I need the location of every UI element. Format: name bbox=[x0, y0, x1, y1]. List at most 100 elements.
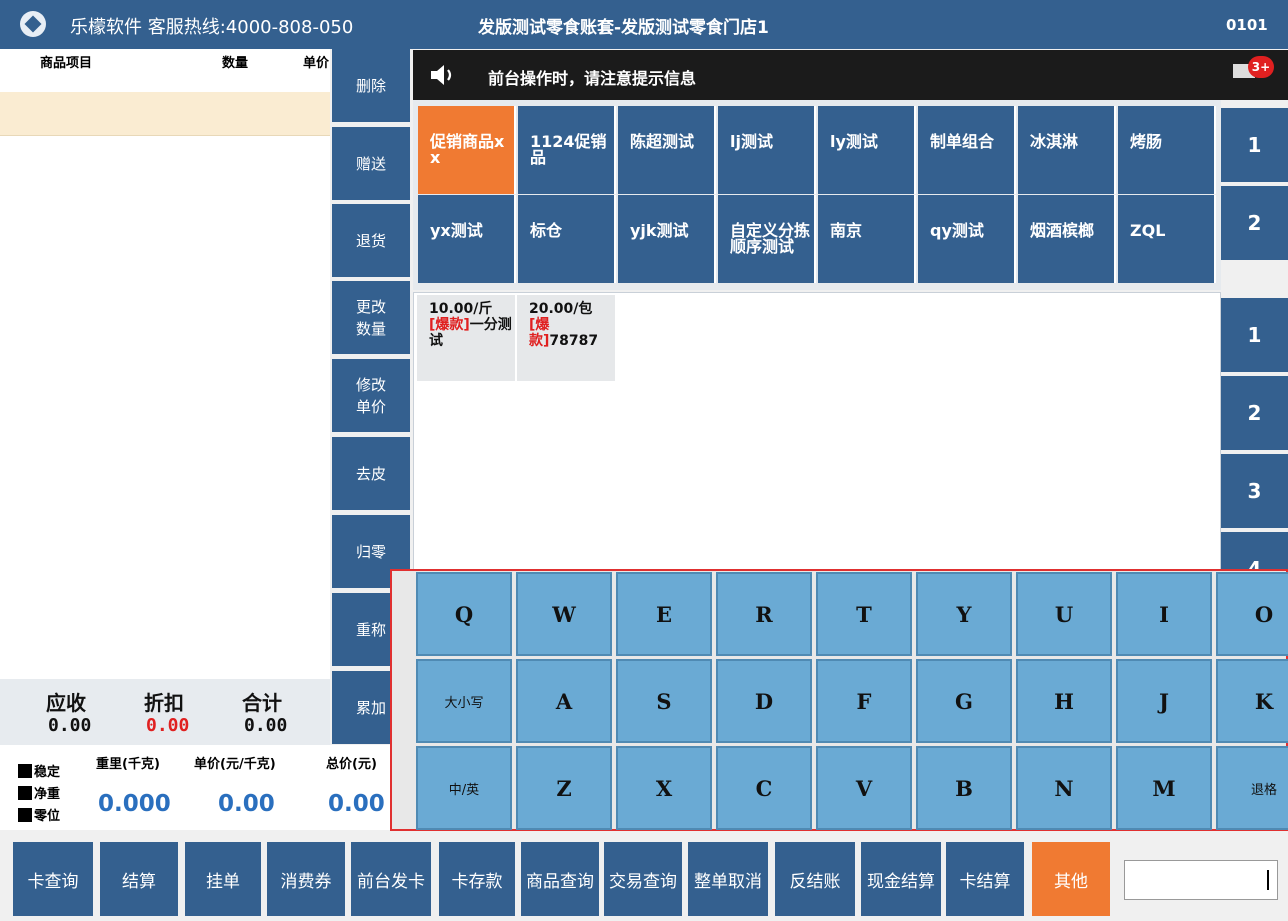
bottom-button-11[interactable]: 卡结算 bbox=[946, 842, 1024, 916]
key-u[interactable]: U bbox=[1016, 572, 1112, 656]
category-page-1[interactable]: 1 bbox=[1221, 108, 1288, 182]
bottom-button-10[interactable]: 现金结算 bbox=[861, 842, 941, 916]
scale-panel: 稳定 净重 零位 重里(千克) 单价(元/千克) 总价(元) 0.000 0.0… bbox=[0, 745, 410, 830]
brand-hotline: 乐檬软件 客服热线:4000-808-050 bbox=[70, 17, 354, 38]
receivable-label: 应收 bbox=[46, 691, 86, 715]
key-e[interactable]: E bbox=[616, 572, 712, 656]
product-page-4[interactable]: 4 bbox=[1221, 532, 1288, 570]
key-k[interactable]: K bbox=[1216, 659, 1288, 743]
unit-price-label: 单价(元/千克) bbox=[194, 757, 276, 772]
bottom-button-2[interactable]: 挂单 bbox=[185, 842, 261, 916]
bottom-button-5[interactable]: 卡存款 bbox=[439, 842, 515, 916]
key-q[interactable]: Q bbox=[416, 572, 512, 656]
category-0-3[interactable]: lj测试 bbox=[718, 106, 816, 194]
bottom-button-0[interactable]: 卡查询 bbox=[13, 842, 93, 916]
key-special-1-0[interactable]: 大小写 bbox=[416, 659, 512, 743]
key-a[interactable]: A bbox=[516, 659, 612, 743]
notice-text: 前台操作时，请注意提示信息 bbox=[488, 69, 697, 88]
category-1-2[interactable]: yjk测试 bbox=[618, 195, 716, 283]
category-1-0[interactable]: yx测试 bbox=[418, 195, 516, 283]
side-button-5[interactable]: 去皮 bbox=[332, 437, 410, 510]
category-0-2[interactable]: 陈超测试 bbox=[618, 106, 716, 194]
store-title: 发版测试零食账套-发版测试零食门店1 bbox=[478, 18, 769, 38]
product-name: 78787 bbox=[549, 333, 599, 349]
category-1-6[interactable]: 烟酒槟榔 bbox=[1018, 195, 1116, 283]
receivable-value: 0.00 bbox=[48, 715, 92, 736]
bottom-toolbar: 卡查询 结算 挂单 消费券 前台发卡 卡存款 商品查询 交易查询 整单取消 反结账 现金结算 卡结算其… bbox=[0, 836, 1288, 921]
key-w[interactable]: W bbox=[516, 572, 612, 656]
product-tile-0[interactable]: 10.00/斤 [爆款]一分测试 bbox=[417, 295, 515, 381]
category-1-5[interactable]: qy测试 bbox=[918, 195, 1016, 283]
category-0-4[interactable]: ly测试 bbox=[818, 106, 916, 194]
key-c[interactable]: C bbox=[716, 746, 812, 830]
category-0-0[interactable]: 促销商品x x bbox=[418, 106, 516, 194]
key-t[interactable]: T bbox=[816, 572, 912, 656]
category-page-2[interactable]: 2 bbox=[1221, 186, 1288, 260]
key-z[interactable]: Z bbox=[516, 746, 612, 830]
category-1-7[interactable]: ZQL bbox=[1118, 195, 1216, 283]
bottom-button-7[interactable]: 交易查询 bbox=[604, 842, 682, 916]
key-h[interactable]: H bbox=[1016, 659, 1112, 743]
key-s[interactable]: S bbox=[616, 659, 712, 743]
product-price: 20.00/包 bbox=[529, 301, 593, 317]
message-badge: 3+ bbox=[1248, 56, 1274, 78]
category-1-4[interactable]: 南京 bbox=[818, 195, 916, 283]
key-y[interactable]: Y bbox=[916, 572, 1012, 656]
col-qty: 数量 bbox=[222, 56, 249, 71]
cashier-code: 0101 bbox=[1226, 16, 1268, 34]
product-tile-1[interactable]: 20.00/包 [爆款]78787 bbox=[517, 295, 615, 381]
bottom-button-4[interactable]: 前台发卡 bbox=[351, 842, 431, 916]
category-0-5[interactable]: 制单组合 bbox=[918, 106, 1016, 194]
key-f[interactable]: F bbox=[816, 659, 912, 743]
category-0-1[interactable]: 1124促销品 bbox=[518, 106, 616, 194]
category-grid: 促销商品x x 1124促销品 陈超测试 lj测试 ly测试 制单组合 冰淇淋 烤肠 yx测试标… bbox=[413, 100, 1221, 290]
key-v[interactable]: V bbox=[816, 746, 912, 830]
net-indicator: 净重 bbox=[18, 783, 60, 802]
side-button-3[interactable]: 更改 数量 bbox=[332, 281, 410, 354]
key-b[interactable]: B bbox=[916, 746, 1012, 830]
key-special-2-0[interactable]: 中/英 bbox=[416, 746, 512, 830]
total-price-label: 总价(元) bbox=[326, 757, 377, 772]
product-page-1[interactable]: 1 bbox=[1221, 298, 1288, 372]
key-n[interactable]: N bbox=[1016, 746, 1112, 830]
total-price-value: 0.00 bbox=[328, 791, 385, 817]
category-0-6[interactable]: 冰淇淋 bbox=[1018, 106, 1116, 194]
unit-price-value: 0.00 bbox=[218, 791, 275, 817]
discount-label: 折扣 bbox=[144, 691, 184, 715]
category-1-3[interactable]: 自定义分拣 顺序测试 bbox=[718, 195, 816, 283]
key-m[interactable]: M bbox=[1116, 746, 1212, 830]
side-button-0[interactable]: 删除 bbox=[332, 49, 410, 122]
key-g[interactable]: G bbox=[916, 659, 1012, 743]
weight-value: 0.000 bbox=[98, 791, 171, 817]
weight-label: 重里(千克) bbox=[96, 757, 160, 772]
col-price: 单价 bbox=[303, 56, 330, 71]
key-j[interactable]: J bbox=[1116, 659, 1212, 743]
key-x[interactable]: X bbox=[616, 746, 712, 830]
bottom-button-1[interactable]: 结算 bbox=[100, 842, 178, 916]
barcode-input[interactable] bbox=[1124, 860, 1278, 900]
category-1-1[interactable]: 标仓 bbox=[518, 195, 616, 283]
order-summary: 应收 折扣 合计 0.00 0.00 0.00 bbox=[0, 679, 330, 745]
category-0-7[interactable]: 烤肠 bbox=[1118, 106, 1216, 194]
bottom-button-9[interactable]: 反结账 bbox=[775, 842, 855, 916]
side-button-1[interactable]: 赠送 bbox=[332, 127, 410, 200]
bottom-button-6[interactable]: 商品查询 bbox=[521, 842, 599, 916]
key-i[interactable]: I bbox=[1116, 572, 1212, 656]
order-row-selected[interactable] bbox=[0, 92, 330, 136]
bottom-button-12[interactable]: 其他 bbox=[1032, 842, 1110, 916]
side-button-2[interactable]: 退货 bbox=[332, 204, 410, 277]
notice-bar: 前台操作时，请注意提示信息 3+ bbox=[413, 50, 1288, 100]
key-special-2-8[interactable]: 退格 bbox=[1216, 746, 1288, 830]
key-o[interactable]: O bbox=[1216, 572, 1288, 656]
side-button-4[interactable]: 修改 单价 bbox=[332, 359, 410, 432]
product-page-2[interactable]: 2 bbox=[1221, 376, 1288, 450]
bottom-button-3[interactable]: 消费券 bbox=[267, 842, 345, 916]
onscreen-keyboard: Q W E R T Y U I O 大小写 A S D F G H J K 中/英 Z X C V B N M 退格 bbox=[390, 569, 1288, 831]
key-d[interactable]: D bbox=[716, 659, 812, 743]
total-label: 合计 bbox=[242, 691, 282, 715]
order-list[interactable] bbox=[0, 49, 330, 679]
total-value: 0.00 bbox=[244, 715, 288, 736]
key-r[interactable]: R bbox=[716, 572, 812, 656]
bottom-button-8[interactable]: 整单取消 bbox=[688, 842, 768, 916]
product-page-3[interactable]: 3 bbox=[1221, 454, 1288, 528]
